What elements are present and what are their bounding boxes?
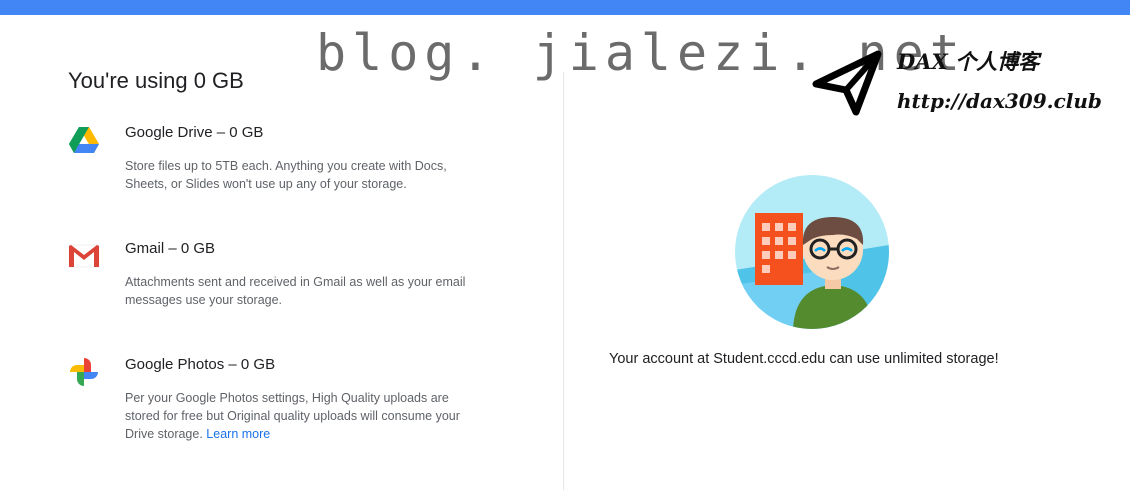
gmail-icon xyxy=(68,244,100,268)
student-avatar-illustration xyxy=(735,175,889,329)
top-bar xyxy=(0,0,1130,15)
brand-url: http://dax309.club xyxy=(897,89,1102,113)
storage-heading: You're using 0 GB xyxy=(68,68,244,93)
gmail-description: Attachments sent and received in Gmail a… xyxy=(125,275,466,307)
google-photos-icon xyxy=(70,358,98,386)
drive-title: Google Drive – 0 GB xyxy=(125,124,264,141)
paper-plane-icon xyxy=(812,50,882,116)
brand-title: DAX 个人博客 xyxy=(897,49,1040,74)
column-divider xyxy=(563,72,564,490)
account-unlimited-message: Your account at Student.cccd.edu can use… xyxy=(609,351,999,367)
photos-description: Per your Google Photos settings, High Qu… xyxy=(125,391,460,441)
drive-description: Store files up to 5TB each. Anything you… xyxy=(125,159,447,191)
photos-title: Google Photos – 0 GB xyxy=(125,356,276,373)
google-drive-icon xyxy=(69,127,99,153)
gmail-title: Gmail – 0 GB xyxy=(125,240,216,257)
learn-more-link[interactable]: Learn more xyxy=(206,427,270,441)
